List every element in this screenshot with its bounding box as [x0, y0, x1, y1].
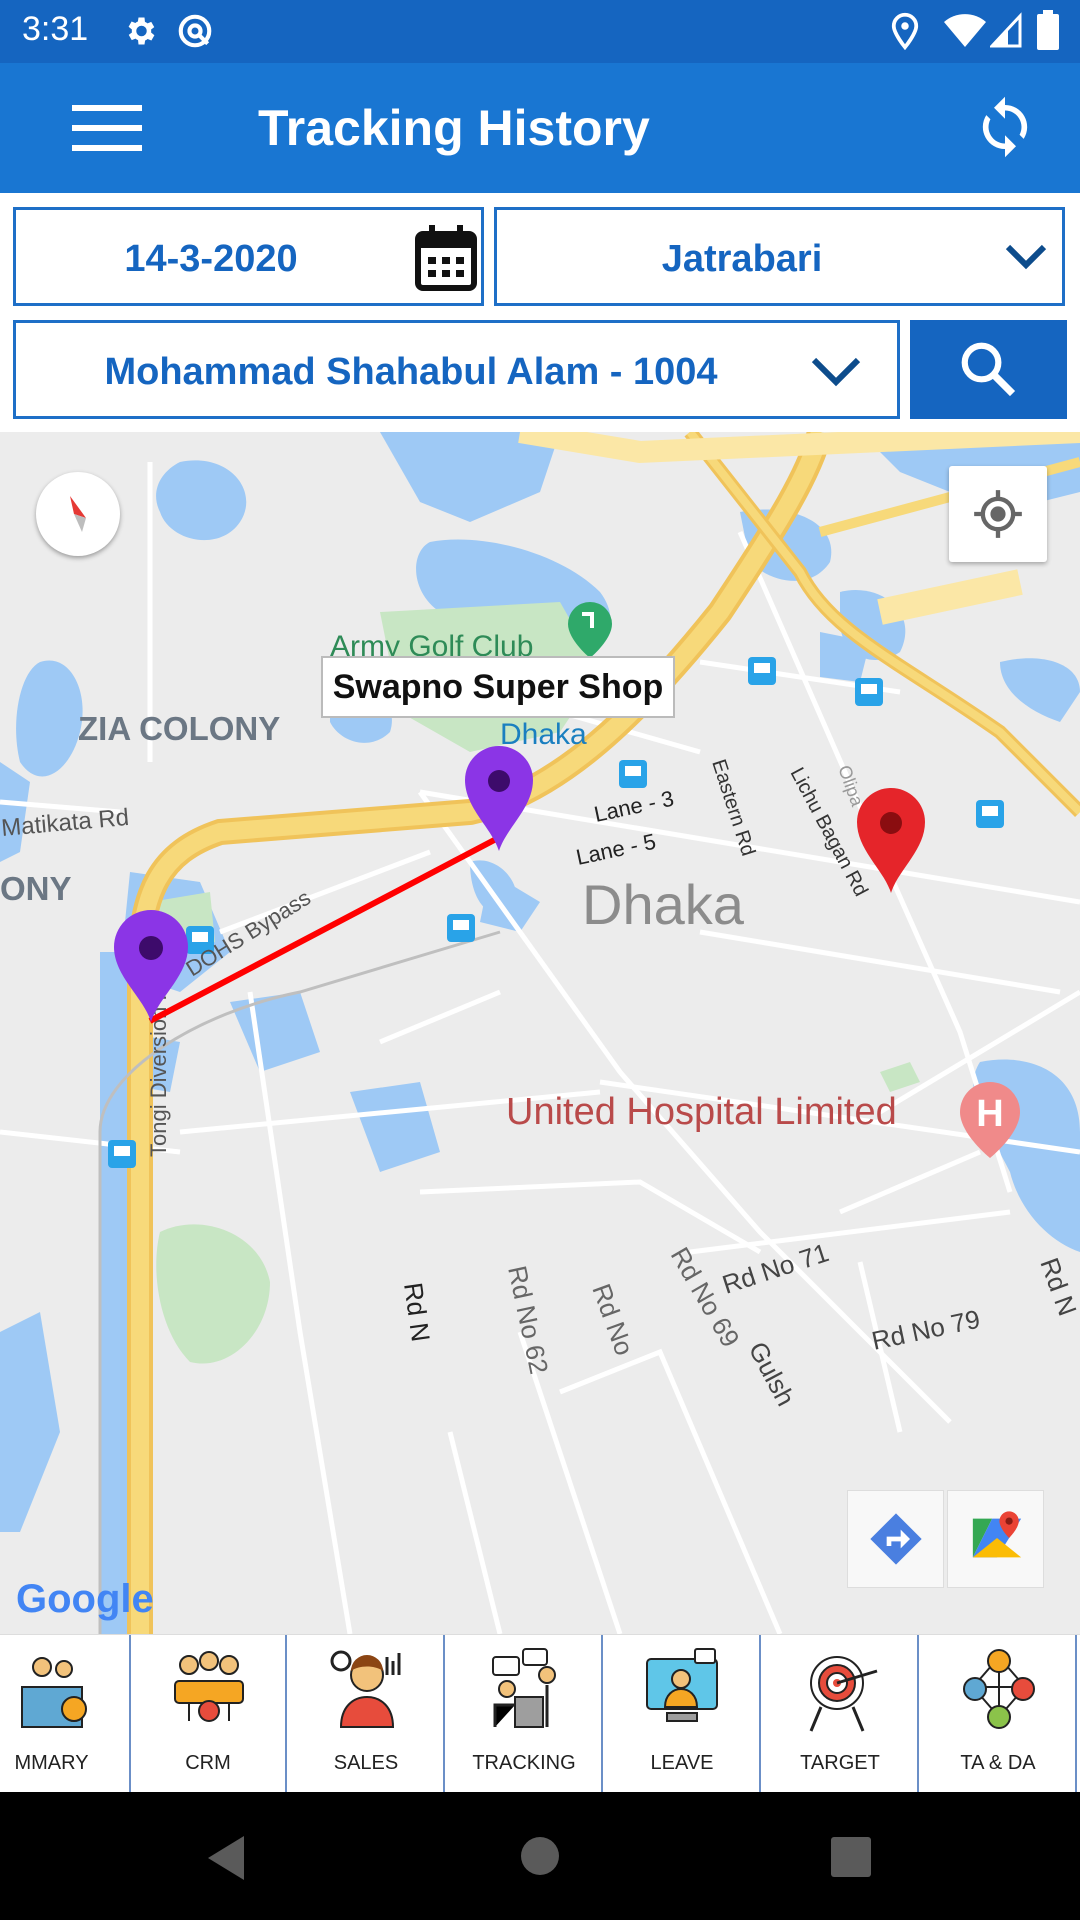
label-zia-colony: ZIA COLONY [78, 710, 280, 747]
nav-item-tracking[interactable]: TRACKING [447, 1635, 603, 1793]
marker-info-text: Swapno Super Shop [333, 668, 664, 706]
open-in-maps-button[interactable] [947, 1490, 1044, 1588]
map-canvas[interactable]: H Army Golf Club ZIA COLONY ONY Matikata… [0, 432, 1080, 1634]
status-time: 3:31 [22, 10, 89, 48]
search-icon [961, 342, 1016, 397]
status-bar: 3:31 [0, 0, 1080, 63]
tracking-meeting-icon [492, 1648, 556, 1728]
label-ony: ONY [0, 870, 72, 907]
recents-icon[interactable] [830, 1836, 872, 1878]
chevron-down-icon [1005, 244, 1047, 270]
sync-icon [178, 14, 212, 48]
area-dropdown[interactable]: Jatrabari [494, 207, 1065, 306]
search-button[interactable] [910, 320, 1067, 419]
nav-label: CRM [185, 1752, 231, 1774]
target-arrow-icon [809, 1656, 878, 1732]
nav-label: SALES [333, 1752, 399, 1774]
hamburger-menu-icon[interactable] [72, 103, 142, 153]
nav-item-target[interactable]: TARGET [763, 1635, 919, 1793]
sales-person-icon [330, 1650, 401, 1728]
back-icon[interactable] [204, 1834, 248, 1882]
nav-label: MMARY [14, 1752, 89, 1774]
system-navigation-bar [0, 1792, 1080, 1920]
settings-icon [128, 17, 155, 45]
calendar-icon[interactable] [415, 225, 477, 291]
nav-item-ta-da[interactable]: TA & DA [921, 1635, 1077, 1793]
my-location-icon [974, 490, 1022, 538]
label-dhaka-big: Dhaka [582, 873, 745, 936]
employee-dropdown[interactable]: Mohammad Shahabul Alam - 1004 [13, 320, 900, 419]
refresh-icon[interactable] [972, 87, 1038, 167]
nav-item-leave[interactable]: LEAVE [605, 1635, 761, 1793]
nav-label: TARGET [800, 1752, 880, 1774]
signal-icon [990, 12, 1022, 48]
marker-info-window[interactable]: Swapno Super Shop [321, 656, 675, 718]
nav-label: LEAVE [650, 1752, 714, 1774]
google-logo: Google [16, 1577, 154, 1621]
network-people-icon [963, 1649, 1035, 1729]
label-united-hospital: United Hospital Limited [506, 1091, 897, 1133]
google-maps-icon [972, 1511, 1022, 1558]
nav-label: TA & DA [960, 1752, 1036, 1774]
nav-item-sales[interactable]: SALES [289, 1635, 445, 1793]
compass-button[interactable] [36, 472, 120, 556]
my-location-button[interactable] [949, 466, 1047, 562]
page-title: Tracking History [258, 100, 650, 156]
crm-team-icon [174, 1651, 244, 1722]
battery-icon [1037, 10, 1059, 50]
directions-icon [870, 1513, 922, 1565]
svg-text:H: H [976, 1093, 1003, 1135]
leave-computer-icon [646, 1648, 718, 1722]
nav-item-summary[interactable]: MMARY [0, 1635, 131, 1793]
employee-value: Mohammad Shahabul Alam - 1004 [104, 351, 718, 393]
date-picker-field[interactable]: 14-3-2020 [13, 207, 484, 306]
compass-icon [70, 496, 86, 532]
tracking-map[interactable]: H Army Golf Club ZIA COLONY ONY Matikata… [0, 432, 1080, 1634]
bottom-navigation: MMARY CRM SALES TRACKING LEAVE TARGET TA… [0, 1634, 1080, 1793]
label-dhaka-small: Dhaka [500, 718, 587, 751]
app-bar: Tracking History [0, 63, 1080, 193]
nav-label: TRACKING [472, 1752, 576, 1774]
wifi-icon [944, 14, 986, 47]
summary-icon [21, 1657, 87, 1728]
chevron-down-icon [811, 357, 861, 387]
directions-button[interactable] [847, 1490, 944, 1588]
area-value: Jatrabari [661, 238, 823, 280]
nav-item-crm[interactable]: CRM [131, 1635, 287, 1793]
date-value: 14-3-2020 [124, 238, 298, 280]
location-icon [891, 12, 919, 50]
home-icon[interactable] [520, 1836, 560, 1876]
